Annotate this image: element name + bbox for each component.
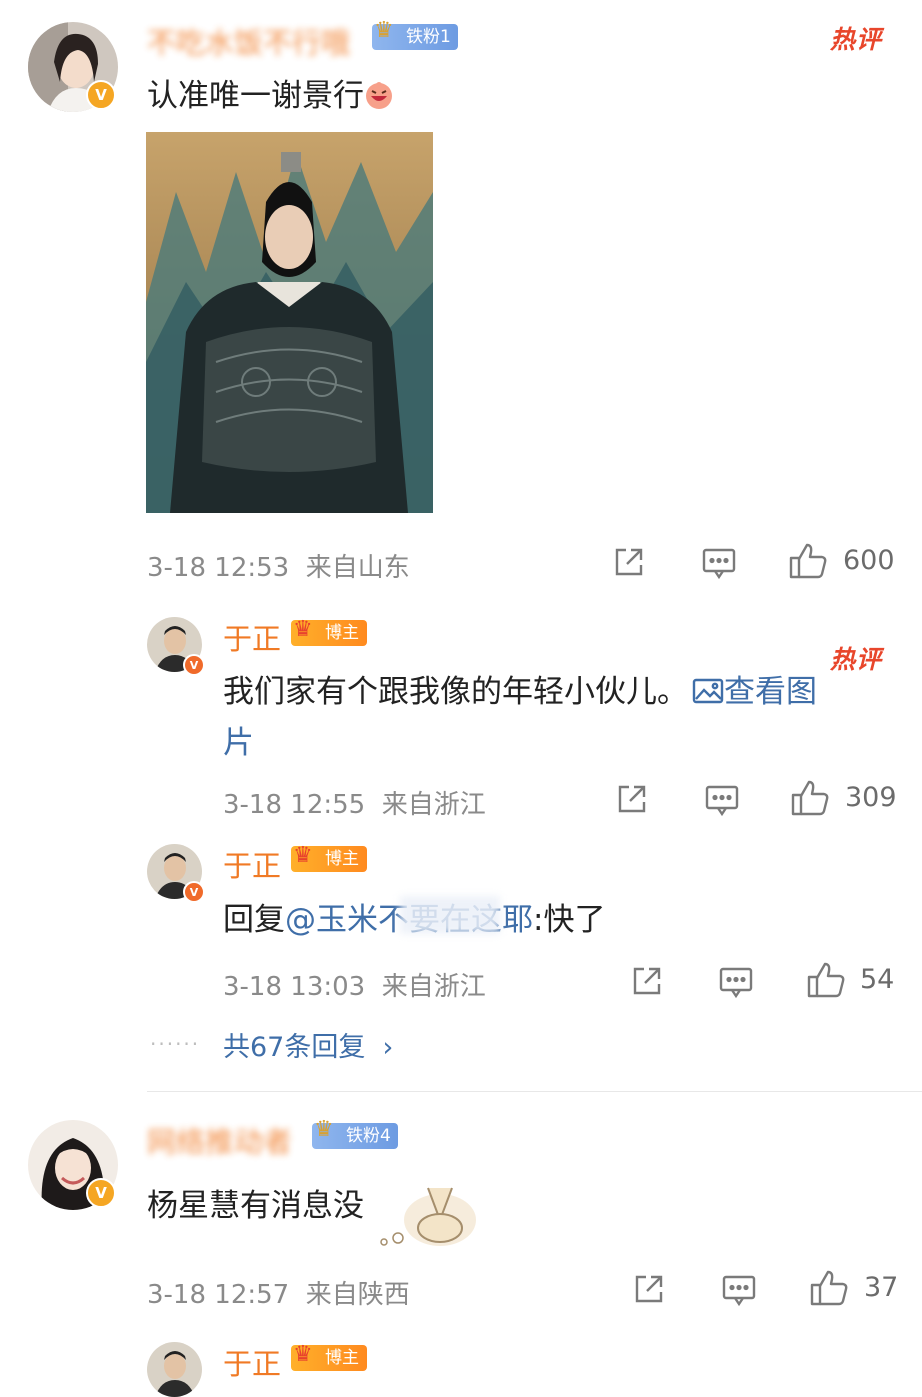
reply-location: 来自浙江 [381,790,486,820]
verified-badge-icon: V [183,881,205,903]
share-icon[interactable] [615,782,649,816]
chevron-right-icon: › [382,1032,394,1063]
like-count: 54 [860,964,895,995]
share-icon[interactable] [632,1272,666,1306]
comment-divider [147,1091,922,1092]
reply-username[interactable]: 于正 [223,616,281,658]
comment-icon[interactable] [718,965,754,999]
comment-icon[interactable] [704,783,740,817]
more-replies-link[interactable]: 共67条回复 › [223,1025,393,1064]
comment-location: 来自陕西 [305,1280,410,1310]
comment-text: 认准唯一谢景行 [147,70,394,115]
pray-emoji-icon [370,1180,480,1254]
reply-username[interactable]: 于正 [223,1341,281,1383]
comment-icon[interactable] [721,1273,757,1307]
reply-location: 来自浙江 [381,972,486,1002]
image-icon [692,677,724,705]
comment-time: 3-18 12:53 来自山东 [147,553,410,583]
comment-time: 3-18 12:57 来自陕西 [147,1280,410,1310]
fan-badge: ♛ 铁粉4 [312,1117,398,1149]
share-icon[interactable] [612,545,646,579]
share-icon[interactable] [630,964,664,998]
hot-comment-label: 热评 [830,645,883,674]
crown-icon: ♛ [293,843,313,868]
hot-comment-label: 热评 [830,25,883,54]
blogger-badge: ♛ 博主 [291,843,367,872]
like-count: 37 [864,1272,899,1303]
verified-badge-icon: V [86,80,116,110]
comment-location: 来自山东 [305,553,410,583]
reply-time: 3-18 13:03 来自浙江 [223,972,486,1002]
view-image-link-continued[interactable]: 片 [223,717,254,762]
thumbs-up-icon[interactable] [806,960,846,1000]
mention-blur-overlay [400,896,500,934]
crown-icon: ♛ [293,617,313,642]
reply-time: 3-18 12:55 来自浙江 [223,790,486,820]
verified-badge-icon: V [183,654,205,676]
crown-icon: ♛ [374,18,394,43]
comment-image[interactable] [146,132,433,513]
comment-text: 杨星慧有消息没 [147,1188,364,1224]
like-count: 600 [843,545,895,576]
blogger-badge: ♛ 博主 [291,617,367,646]
username[interactable]: 不吃水饭不行哦 [147,20,350,62]
thumbs-up-icon[interactable] [788,541,828,581]
blogger-badge: ♛ 博主 [291,1342,367,1371]
laughing-emoji-icon [364,80,394,110]
username[interactable]: 网络推动者 [147,1119,292,1161]
like-count: 309 [845,782,897,813]
verified-badge-icon: V [86,1178,116,1208]
reply-text: 我们家有个跟我像的年轻小伙儿。 查看图 [223,674,817,710]
fan-badge: ♛ 铁粉1 [372,18,458,50]
crown-icon: ♛ [293,1342,313,1367]
crown-icon: ♛ [314,1117,334,1142]
view-image-link[interactable]: 查看图 [688,674,817,710]
reply-username[interactable]: 于正 [223,843,281,885]
thumbs-up-icon[interactable] [790,778,830,818]
reply-avatar[interactable] [147,1342,202,1397]
more-replies-dots: ······ [150,1032,201,1056]
comment-icon[interactable] [701,546,737,580]
thumbs-up-icon[interactable] [809,1268,849,1308]
